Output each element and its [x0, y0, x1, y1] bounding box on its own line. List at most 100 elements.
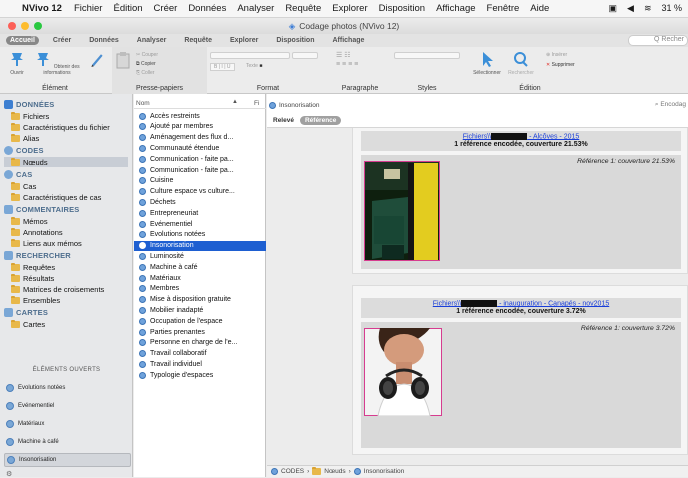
nav-item-liens-memos[interactable]: Liens aux mémos: [11, 238, 82, 248]
file-link[interactable]: Fichiers\\ - Alcôves - 2015: [361, 133, 681, 140]
node-row[interactable]: Culture espace vs culture...: [139, 187, 264, 197]
menu-affichage[interactable]: Affichage: [436, 3, 475, 14]
underline-button[interactable]: U: [227, 64, 231, 70]
nav-item-cartes[interactable]: Cartes: [11, 319, 45, 329]
nav-item-alias[interactable]: Alias: [11, 133, 39, 143]
menu-requete[interactable]: Requête: [285, 3, 321, 14]
section-cas[interactable]: CAS: [4, 170, 32, 179]
tab-disposition[interactable]: Disposition: [272, 36, 318, 45]
insert-button[interactable]: ⊕ Insérer: [546, 52, 567, 58]
node-row[interactable]: Evénementiel: [139, 219, 264, 229]
nav-item-caracteristiques-cas[interactable]: Caractéristiques de cas: [11, 192, 101, 202]
node-row[interactable]: Mise à disposition gratuite: [139, 295, 264, 305]
opened-item-selected[interactable]: Insonorisation: [4, 453, 131, 467]
node-row[interactable]: Parties prenantes: [139, 327, 264, 337]
zoom-window-button[interactable]: [34, 22, 42, 30]
menu-analyser[interactable]: Analyser: [237, 3, 274, 14]
node-row[interactable]: Accès restreints: [139, 111, 264, 121]
tab-creer[interactable]: Créer: [49, 36, 75, 45]
tab-analyser[interactable]: Analyser: [133, 36, 171, 45]
node-row[interactable]: Travail individuel: [139, 359, 264, 369]
opened-item[interactable]: Matériaux: [4, 417, 131, 431]
font-dropdown[interactable]: [210, 52, 290, 59]
nav-item-cas[interactable]: Cas: [11, 181, 36, 191]
node-row[interactable]: Personne en charge de l'e...: [139, 338, 264, 348]
photo-headphones[interactable]: [364, 328, 442, 416]
section-donnees[interactable]: DONNÉES: [4, 100, 55, 109]
tab-releve[interactable]: Relevé: [273, 117, 294, 124]
node-row[interactable]: Mobilier inadapté: [139, 305, 264, 315]
opened-item[interactable]: Evolutions notées: [4, 381, 131, 395]
volume-icon[interactable]: ◀: [627, 3, 634, 14]
tab-affichage[interactable]: Affichage: [329, 36, 369, 45]
extension-icon[interactable]: ▣: [609, 3, 618, 14]
styles-dropdown[interactable]: [394, 52, 460, 59]
tab-explorer[interactable]: Explorer: [226, 36, 262, 45]
search-input[interactable]: Q Recher: [628, 35, 688, 46]
section-rechercher[interactable]: RECHERCHER: [4, 251, 71, 260]
menu-disposition[interactable]: Disposition: [379, 3, 425, 14]
tab-reference[interactable]: Référence: [299, 115, 342, 125]
align-buttons[interactable]: ≡ ≡ ≡ ≡: [336, 61, 358, 68]
wifi-icon[interactable]: ≋: [644, 3, 652, 14]
list-buttons[interactable]: ☰ ☷: [336, 51, 351, 59]
tab-accueil[interactable]: Accueil: [6, 36, 39, 45]
node-row[interactable]: Déchets: [139, 197, 264, 207]
section-cartes[interactable]: CARTES: [4, 308, 48, 317]
italic-button[interactable]: I: [221, 64, 222, 70]
file-link[interactable]: Fichiers\\ - inauguration - Canapés - no…: [361, 300, 681, 307]
bold-button[interactable]: B: [214, 64, 217, 70]
opened-item[interactable]: Evénementiel: [4, 399, 131, 413]
menu-explorer[interactable]: Explorer: [332, 3, 367, 14]
paste-button[interactable]: [116, 51, 130, 72]
node-row[interactable]: Luminosité: [139, 251, 264, 261]
node-row[interactable]: Evolutions notées: [139, 230, 264, 240]
minimize-window-button[interactable]: [21, 22, 29, 30]
nav-item-memos[interactable]: Mémos: [11, 216, 48, 226]
menu-donnees[interactable]: Données: [188, 3, 226, 14]
tab-donnees[interactable]: Données: [85, 36, 123, 45]
nav-item-noeuds[interactable]: Nœuds: [4, 157, 128, 167]
node-row[interactable]: Communauté étendue: [139, 143, 264, 153]
nav-item-annotations[interactable]: Annotations: [11, 227, 63, 237]
font-size-dropdown[interactable]: [292, 52, 318, 59]
open-button[interactable]: Ouvrir: [6, 51, 28, 76]
breadcrumb-node[interactable]: Insonorisation: [364, 468, 404, 475]
opened-item[interactable]: Machine à café: [4, 435, 131, 449]
node-row[interactable]: Communication - faite pa...: [139, 165, 264, 175]
node-row[interactable]: Entrepreneuriat: [139, 208, 264, 218]
text-color-button[interactable]: Texte ■: [246, 63, 262, 69]
menu-edition[interactable]: Édition: [113, 3, 142, 14]
delete-button[interactable]: ✕ Supprimer: [546, 62, 575, 68]
pencil-button[interactable]: [88, 51, 106, 70]
menu-fichier[interactable]: Fichier: [74, 3, 103, 14]
node-row[interactable]: Membres: [139, 284, 264, 294]
nav-item-ensembles[interactable]: Ensembles: [11, 295, 60, 305]
node-row[interactable]: Matériaux: [139, 273, 264, 283]
reference-scroll-area[interactable]: Fichiers\\ - Alcôves - 2015 1 référence …: [267, 128, 688, 465]
menu-app-name[interactable]: NVivo 12: [22, 3, 62, 14]
sort-arrow-icon[interactable]: ▲: [232, 99, 238, 105]
breadcrumb-codes[interactable]: CODES: [281, 468, 304, 475]
column-files-header[interactable]: Fi: [254, 100, 259, 107]
menu-creer[interactable]: Créer: [154, 3, 178, 14]
info-button[interactable]: Obtenir des informations: [34, 51, 80, 76]
nav-item-fichiers[interactable]: Fichiers: [11, 111, 49, 121]
tab-requete[interactable]: Requête: [180, 36, 216, 45]
cut-button[interactable]: ✂ Couper: [136, 52, 158, 58]
node-row[interactable]: Communication - faite pa...: [139, 154, 264, 164]
node-row[interactable]: Occupation de l'espace: [139, 316, 264, 326]
section-codes[interactable]: CODES: [4, 146, 44, 155]
node-row[interactable]: Ajouté par membres: [139, 122, 264, 132]
encoding-button[interactable]: ⌕ Encodag: [655, 101, 686, 109]
column-name-header[interactable]: Nom: [136, 100, 150, 107]
node-row[interactable]: Machine à café: [139, 262, 264, 272]
node-row[interactable]: Typologie d'espaces: [139, 370, 264, 380]
close-window-button[interactable]: [8, 22, 16, 30]
nav-item-matrices[interactable]: Matrices de croisements: [11, 284, 104, 294]
nav-item-caracteristiques-fichier[interactable]: Caractéristiques du fichier: [11, 122, 110, 132]
node-row[interactable]: Travail collaboratif: [139, 349, 264, 359]
node-row-selected[interactable]: Insonorisation: [134, 240, 266, 251]
find-button[interactable]: Rechercher: [506, 51, 536, 76]
select-button[interactable]: Sélectionner: [472, 51, 502, 76]
